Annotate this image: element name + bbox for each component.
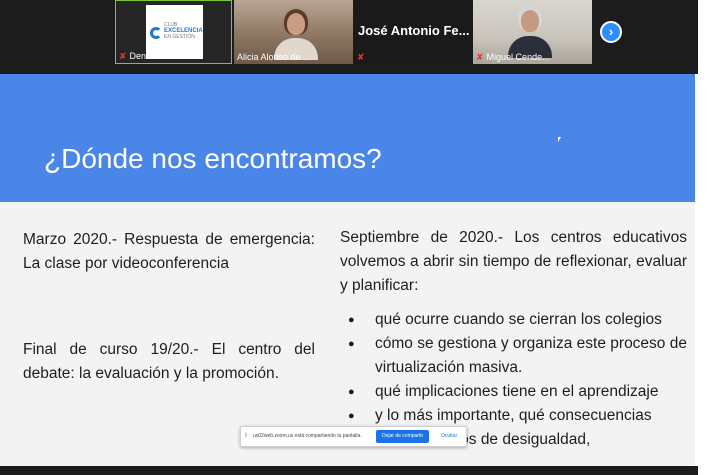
participant-label: ✘: [354, 51, 371, 64]
mic-muted-icon: ✘: [476, 52, 484, 62]
participant-tile-jose-antonio[interactable]: José Antonio Fe... ✘: [354, 0, 473, 64]
left-paragraph-1: Marzo 2020.- Respuesta de emergencia: La…: [23, 231, 315, 272]
participant-strip: CLUB EXCELENCIA EN GESTIÓN ✘ Denise - Clu…: [0, 0, 698, 74]
participant-big-name: José Antonio Fe...: [358, 23, 470, 38]
right-intro: Septiembre de 2020.- Los centros educati…: [340, 229, 687, 294]
mouse-cursor-icon: [558, 137, 561, 142]
screen-share-notification: ‖ us02web.zoom.us está compartiendo tu p…: [240, 426, 467, 447]
mic-muted-icon: ✘: [119, 51, 127, 61]
logo-mark-icon: [150, 27, 162, 39]
next-participants-button[interactable]: ›: [600, 21, 622, 43]
participant-tile-denise[interactable]: CLUB EXCELENCIA EN GESTIÓN ✘ Denise - Clu…: [115, 0, 232, 64]
left-paragraph-2: Final de curso 19/20.- El centro del deb…: [23, 341, 315, 382]
participant-label: ✘ Miguel Cende...: [476, 52, 550, 62]
mic-muted-icon: ✘: [357, 52, 365, 62]
participant-label: Alicia Alonso de ...: [237, 52, 311, 62]
slide-right-column: Septiembre de 2020.- Los centros educati…: [340, 226, 687, 452]
logo-line-3: EN GESTIÓN: [164, 34, 195, 40]
chevron-right-icon: ›: [608, 24, 614, 39]
list-item: y lo más importante, qué consecuencias: [348, 404, 687, 428]
drag-handle-icon[interactable]: ‖: [245, 433, 247, 439]
person-head: [521, 10, 539, 32]
slide-header: ¿Dónde nos encontramos?: [0, 74, 695, 202]
list-item: cómo se gestiona y organiza este proceso…: [348, 332, 687, 380]
slide-left-column: Marzo 2020.- Respuesta de emergencia: La…: [23, 228, 315, 386]
person-head: [287, 13, 305, 35]
participant-tile-alicia[interactable]: Alicia Alonso de ...: [234, 0, 353, 64]
list-item: qué implicaciones tiene en el aprendizaj…: [348, 380, 687, 404]
list-item: qué ocurre cuando se cierran los colegio…: [348, 308, 687, 332]
slide-title: ¿Dónde nos encontramos?: [44, 143, 382, 174]
stop-sharing-button[interactable]: Dejar de compartir: [376, 430, 430, 443]
share-notice-text: us02web.zoom.us está compartiendo tu pan…: [253, 433, 362, 439]
hide-notice-button[interactable]: Ocultar: [441, 433, 457, 439]
bottom-bar: [0, 466, 698, 475]
participant-label: ✘ Denise - Club ...: [119, 51, 195, 61]
participant-tile-miguel[interactable]: ✘ Miguel Cende...: [473, 0, 592, 64]
